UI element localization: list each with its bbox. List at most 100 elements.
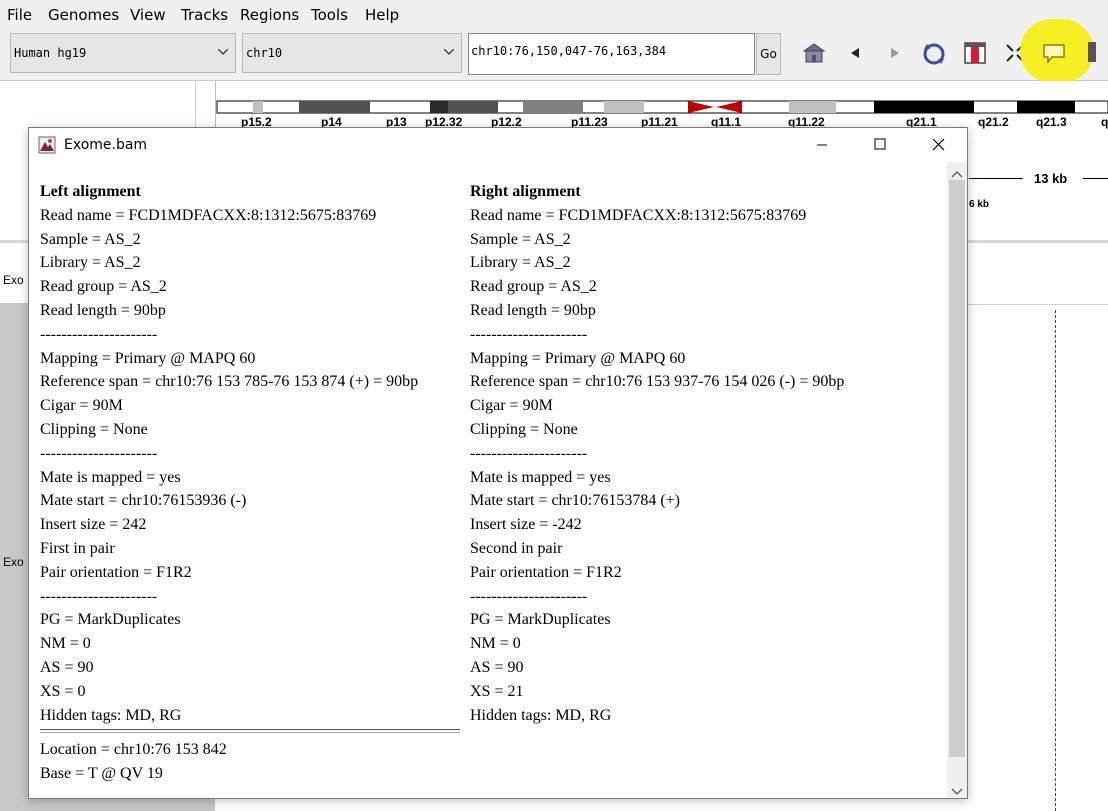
data-panel[interactable] <box>968 243 1108 811</box>
separator: ---------------------- <box>470 444 588 462</box>
cigar: Cigar = 90M <box>470 397 553 415</box>
pair-orientation: Pair orientation = F1R2 <box>40 563 192 581</box>
read-group: Read group = AS_2 <box>470 278 597 296</box>
track-name-label[interactable]: Exo <box>3 555 24 569</box>
ruler-label: 13 kb <box>1034 171 1068 186</box>
base-quality: Base = T @ QV 19 <box>40 765 163 783</box>
separator: ---------------------- <box>40 444 158 462</box>
xs-tag: XS = 0 <box>40 682 86 700</box>
back-icon[interactable] <box>843 40 869 66</box>
chevron-down-icon[interactable] <box>211 34 235 72</box>
menu-view[interactable]: View <box>130 6 166 24</box>
reference-span: Reference span = chr10:76 153 785-76 153… <box>40 373 419 391</box>
sample: Sample = AS_2 <box>40 230 141 248</box>
toolbar-edge-icon <box>1088 42 1096 62</box>
chromosome-select[interactable]: chr10 <box>242 33 462 73</box>
scrollbar-thumb[interactable] <box>949 180 965 757</box>
popup-title: Exome.bam <box>64 137 148 153</box>
close-icon[interactable] <box>915 128 961 162</box>
nm-tag: NM = 0 <box>470 635 521 653</box>
popup-titlebar[interactable]: Exome.bam <box>29 128 967 162</box>
popup-content: Left alignment Read name = FCD1MDFACXX:8… <box>29 162 947 798</box>
mate-mapped: Mate is mapped = yes <box>470 468 611 486</box>
left-alignment-column: Left alignment Read name = FCD1MDFACXX:8… <box>40 180 460 786</box>
menu-tools[interactable]: Tools <box>311 6 348 24</box>
nm-tag: NM = 0 <box>40 635 91 653</box>
menu-tracks[interactable]: Tracks <box>181 6 228 24</box>
go-button[interactable]: Go <box>756 33 781 75</box>
right-alignment-column: Right alignment Read name = FCD1MDFACXX:… <box>470 180 890 727</box>
region-of-interest-icon[interactable] <box>962 40 988 66</box>
maximize-icon[interactable] <box>857 128 903 162</box>
pair-flag: First in pair <box>40 539 115 557</box>
mapping: Mapping = Primary @ MAPQ 60 <box>40 349 256 367</box>
minimize-icon[interactable] <box>799 128 845 162</box>
center-line <box>1055 310 1056 811</box>
library: Library = AS_2 <box>470 254 571 272</box>
genome-select[interactable]: Human hg19 <box>10 33 236 73</box>
mate-start: Mate start = chr10:76153784 (+) <box>470 492 680 510</box>
scroll-down-icon[interactable] <box>951 784 963 799</box>
toolbar: Human hg19 chr10 Go <box>0 30 1108 81</box>
mate-start: Mate start = chr10:76153936 (-) <box>40 492 247 510</box>
right-alignment-heading: Right alignment <box>470 183 581 200</box>
separator: ---------------------- <box>470 587 588 605</box>
menu-bar: File Genomes View Tracks Regions Tools H… <box>0 0 1108 31</box>
home-icon[interactable] <box>801 40 827 66</box>
cigar: Cigar = 90M <box>40 397 123 415</box>
as-tag: AS = 90 <box>470 658 524 676</box>
left-alignment-heading: Left alignment <box>40 183 141 200</box>
locus-search-box[interactable] <box>468 33 755 75</box>
insert-size: Insert size = -242 <box>470 516 582 534</box>
forward-icon[interactable] <box>881 40 907 66</box>
read-name: Read name = FCD1MDFACXX:8:1312:5675:8376… <box>470 206 807 224</box>
chromosome-select-value: chr10 <box>246 46 283 60</box>
menu-help[interactable]: Help <box>365 6 399 24</box>
read-group: Read group = AS_2 <box>40 278 167 296</box>
chevron-down-icon[interactable] <box>437 34 461 72</box>
read-length: Read length = 90bp <box>40 301 166 319</box>
pair-orientation: Pair orientation = F1R2 <box>470 563 622 581</box>
band-label: q <box>1101 115 1108 129</box>
mate-mapped: Mate is mapped = yes <box>40 468 181 486</box>
read-length: Read length = 90bp <box>470 301 596 319</box>
menu-regions[interactable]: Regions <box>240 6 299 24</box>
insert-size: Insert size = 242 <box>40 516 147 534</box>
hidden-tags: Hidden tags: MD, RG <box>40 706 182 724</box>
read-name: Read name = FCD1MDFACXX:8:1312:5675:8376… <box>40 206 377 224</box>
band-label: q21.2 <box>978 115 1009 129</box>
hidden-tags: Hidden tags: MD, RG <box>470 706 612 724</box>
clipping: Clipping = None <box>40 420 148 438</box>
separator: ---------------------- <box>470 325 588 343</box>
band-label: q21.3 <box>1036 115 1067 129</box>
scroll-up-icon[interactable] <box>951 166 963 181</box>
clipping: Clipping = None <box>470 420 578 438</box>
menu-file[interactable]: File <box>7 6 32 24</box>
separator: ---------------------- <box>40 587 158 605</box>
separator: ---------------------- <box>40 325 158 343</box>
refresh-icon[interactable] <box>920 40 946 66</box>
menu-genomes[interactable]: Genomes <box>48 6 119 24</box>
location: Location = chr10:76 153 842 <box>40 741 227 759</box>
sample: Sample = AS_2 <box>470 230 571 248</box>
track-name-label[interactable]: Exo <box>3 273 24 287</box>
reference-span: Reference span = chr10:76 153 937-76 154… <box>470 373 845 391</box>
genome-select-value: Human hg19 <box>14 46 87 60</box>
library: Library = AS_2 <box>40 254 141 272</box>
ruler-tick-label: 6 kb <box>969 199 990 210</box>
track-separator <box>968 304 1108 305</box>
section-divider <box>40 729 460 734</box>
section-divider-wrap <box>40 727 460 738</box>
locus-input[interactable] <box>471 44 746 58</box>
pg-tag: PG = MarkDuplicates <box>40 611 181 629</box>
pg-tag: PG = MarkDuplicates <box>470 611 611 629</box>
ruler-line <box>1083 178 1108 179</box>
as-tag: AS = 90 <box>40 658 94 676</box>
popup-info-icon[interactable] <box>1041 40 1067 66</box>
vertical-scrollbar[interactable] <box>947 162 967 798</box>
xs-tag: XS = 21 <box>470 682 524 700</box>
popup-window: Exome.bam Left alignment Read name = FCD… <box>28 127 968 799</box>
mapping: Mapping = Primary @ MAPQ 60 <box>470 349 686 367</box>
ruler-line <box>969 178 1023 179</box>
app-icon <box>38 136 56 154</box>
